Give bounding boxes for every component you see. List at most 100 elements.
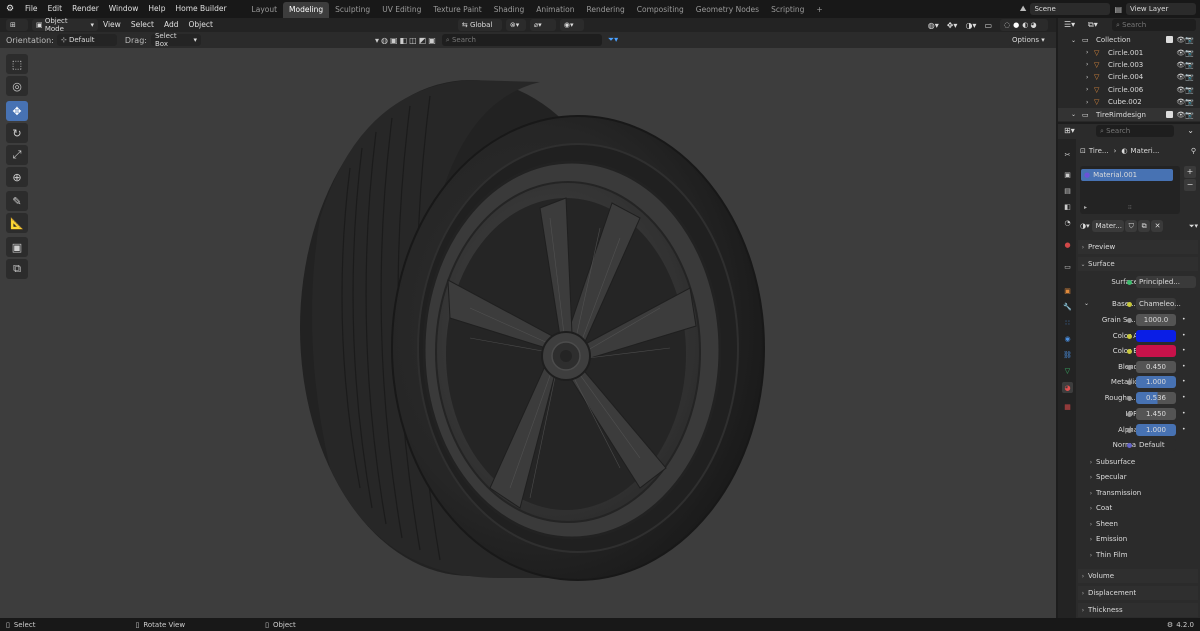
volume-section[interactable]: › Volume <box>1078 569 1198 583</box>
select-tool-button[interactable]: ⬚ <box>6 54 28 74</box>
tab-rendering[interactable]: Rendering <box>580 2 630 18</box>
scale-tool-button[interactable]: ⤢ <box>6 145 28 165</box>
grain-scale-field[interactable]: 1000.0 <box>1136 314 1176 326</box>
physics-tab-icon[interactable]: ◉ <box>1062 333 1073 344</box>
add-object-tool-button[interactable]: ⧉ <box>6 259 28 279</box>
visibility-controls[interactable]: 👁📷 <box>1176 49 1194 57</box>
expand-chevron-icon[interactable]: › <box>1086 99 1088 106</box>
blender-logo-icon[interactable]: ⚙ <box>0 4 20 14</box>
color-a-swatch[interactable] <box>1136 330 1176 342</box>
menu-edit[interactable]: Edit <box>43 0 68 18</box>
measure-tool-button[interactable]: 📐 <box>6 213 28 233</box>
unlink-material-button[interactable]: ✕ <box>1150 220 1163 232</box>
editor-type-button[interactable]: ⊞ <box>6 19 28 31</box>
menu-add[interactable]: Add <box>159 18 184 32</box>
constraints-tab-icon[interactable]: ⛓ <box>1062 349 1073 360</box>
transmission-section[interactable]: › Transmission <box>1086 486 1200 500</box>
material-browse-icon[interactable]: ◑▾ <box>1080 222 1090 230</box>
expand-chevron-icon[interactable]: › <box>1086 61 1088 68</box>
move-tool-button[interactable]: ✥ <box>6 101 28 121</box>
modifier-tab-icon[interactable]: 🔧 <box>1062 301 1073 312</box>
keyframe-dot-icon[interactable]: • <box>1182 316 1186 323</box>
visibility-controls[interactable]: 👁📷 <box>1176 98 1194 106</box>
particles-tab-icon[interactable]: ∷ <box>1062 317 1073 328</box>
gizmo-toggle-icon[interactable]: ✥▾ <box>947 21 958 30</box>
thin-film-section[interactable]: › Thin Film <box>1086 548 1200 562</box>
render-tab-icon[interactable]: ▣ <box>1062 169 1073 180</box>
orientation-selector[interactable]: ⊹ Default <box>56 34 117 46</box>
metallic-slider[interactable]: 1.000 <box>1136 376 1176 388</box>
subsurface-section[interactable]: › Subsurface <box>1086 455 1200 469</box>
ior-field[interactable]: 1.450 <box>1136 408 1176 420</box>
keyframe-dot-icon[interactable]: • <box>1182 394 1186 401</box>
world-tab-icon[interactable]: ● <box>1062 239 1073 250</box>
expand-chevron-icon[interactable]: › <box>1086 49 1088 56</box>
filter-icon[interactable]: ⏷▾ <box>608 35 618 45</box>
proportional-edit-toggle[interactable]: ◉▾ <box>559 19 584 31</box>
emission-section[interactable]: › Emission <box>1086 532 1200 546</box>
tab-geometry-nodes[interactable]: Geometry Nodes <box>690 2 765 18</box>
tab-animation[interactable]: Animation <box>530 2 580 18</box>
thickness-section[interactable]: › Thickness <box>1078 603 1198 617</box>
tab-sculpting[interactable]: Sculpting <box>329 2 376 18</box>
add-slot-button[interactable]: + <box>1184 166 1196 178</box>
visibility-controls[interactable]: 👁📷 <box>1166 36 1194 44</box>
object-tab-icon[interactable]: ▣ <box>1062 285 1073 296</box>
outliner-row-object[interactable]: › ▽ Circle.006 👁📷 <box>1058 84 1200 96</box>
displacement-section[interactable]: › Displacement <box>1078 586 1198 600</box>
tab-uv-editing[interactable]: UV Editing <box>376 2 427 18</box>
material-name-field[interactable]: Mater... <box>1091 220 1124 232</box>
properties-search-input[interactable]: ⌕ Search <box>1096 125 1174 137</box>
menu-view[interactable]: View <box>98 18 126 32</box>
outliner-row-object[interactable]: › ▽ Circle.004 👁📷 <box>1058 71 1200 83</box>
keyframe-dot-icon[interactable]: • <box>1182 410 1186 417</box>
tool-tab-icon[interactable]: ✂ <box>1062 149 1073 160</box>
texture-tab-icon[interactable]: ▦ <box>1062 401 1073 412</box>
normal-field[interactable]: Default <box>1136 439 1176 451</box>
expand-chevron-icon[interactable]: ⌄ <box>1071 37 1076 44</box>
tab-modeling[interactable]: Modeling <box>283 1 330 18</box>
tab-texture-paint[interactable]: Texture Paint <box>427 2 487 18</box>
outliner-row-object[interactable]: › ▽ Circle.003 👁📷 <box>1058 59 1200 71</box>
outliner-editor-icon[interactable]: ☰▾ <box>1064 20 1075 29</box>
3d-viewport[interactable]: ⬚ ◎ ✥ ↻ ⤢ ⊕ ✎ 📐 ▣ ⧉ <box>0 48 1056 618</box>
data-tab-icon[interactable]: ▽ <box>1062 365 1073 376</box>
keyframe-dot-icon[interactable]: • <box>1182 332 1186 339</box>
coat-section[interactable]: › Coat <box>1086 501 1200 515</box>
tab-compositing[interactable]: Compositing <box>631 2 690 18</box>
visibility-controls[interactable]: 👁📷 <box>1176 61 1194 69</box>
rotate-tool-button[interactable]: ↻ <box>6 123 28 143</box>
keyframe-dot-icon[interactable]: • <box>1182 426 1186 433</box>
duplicate-material-button[interactable]: ⧉ <box>1137 220 1150 232</box>
node-link-icon[interactable]: ⏷▾ <box>1189 222 1198 231</box>
tire-wheel-model[interactable] <box>0 48 1056 618</box>
menu-help[interactable]: Help <box>143 0 170 18</box>
mode-selector[interactable]: ▣ Object Mode ▾ <box>32 17 98 33</box>
outliner-row-object[interactable]: › ▽ Circle.001 👁📷 <box>1058 46 1200 58</box>
transform-tool-button[interactable]: ⊕ <box>6 167 28 187</box>
base-node-field[interactable]: Chameleo... <box>1136 298 1181 310</box>
menu-object[interactable]: Object <box>183 18 217 32</box>
menu-file[interactable]: File <box>20 0 43 18</box>
surface-shader-field[interactable]: Principled... <box>1136 276 1196 288</box>
fake-user-button[interactable]: ⛉ <box>1124 220 1137 232</box>
sheen-section[interactable]: › Sheen <box>1086 517 1200 531</box>
expand-chevron-icon[interactable]: › <box>1086 74 1088 81</box>
properties-editor-icon[interactable]: ⊞▾ <box>1064 126 1075 135</box>
base-row[interactable]: ⌄ Base ... Chameleo... <box>1078 298 1198 312</box>
tab-scripting[interactable]: Scripting <box>765 2 810 18</box>
viewport-filter-icons[interactable]: ▾◍▣◧◫◩▣ <box>375 36 438 45</box>
outliner-row-object[interactable]: › ▽ Cube.002 👁📷 <box>1058 96 1200 108</box>
material-slots-list[interactable]: ● Material.001 ⁝⁝ ▸ <box>1080 166 1180 214</box>
expand-chevron-icon[interactable]: ⌄ <box>1071 111 1076 118</box>
list-expand-chevron-icon[interactable]: ▸ <box>1084 204 1087 211</box>
snap-toggle[interactable]: ⌀▾ <box>529 19 556 31</box>
outliner-filter-icon[interactable]: ⧉▾ <box>1088 20 1098 30</box>
view-layer-selector[interactable]: View Layer <box>1126 3 1196 15</box>
visibility-selector-icon[interactable]: ◍▾ <box>928 21 939 30</box>
transform-orientation-selector[interactable]: ⇆ Global <box>457 19 502 31</box>
list-resize-handle[interactable]: ⁝⁝ <box>1128 204 1132 211</box>
drag-selector[interactable]: Select Box ▾ <box>150 32 201 48</box>
overlay-toggle-icon[interactable]: ◑▾ <box>965 21 976 30</box>
color-b-swatch[interactable] <box>1136 345 1176 357</box>
